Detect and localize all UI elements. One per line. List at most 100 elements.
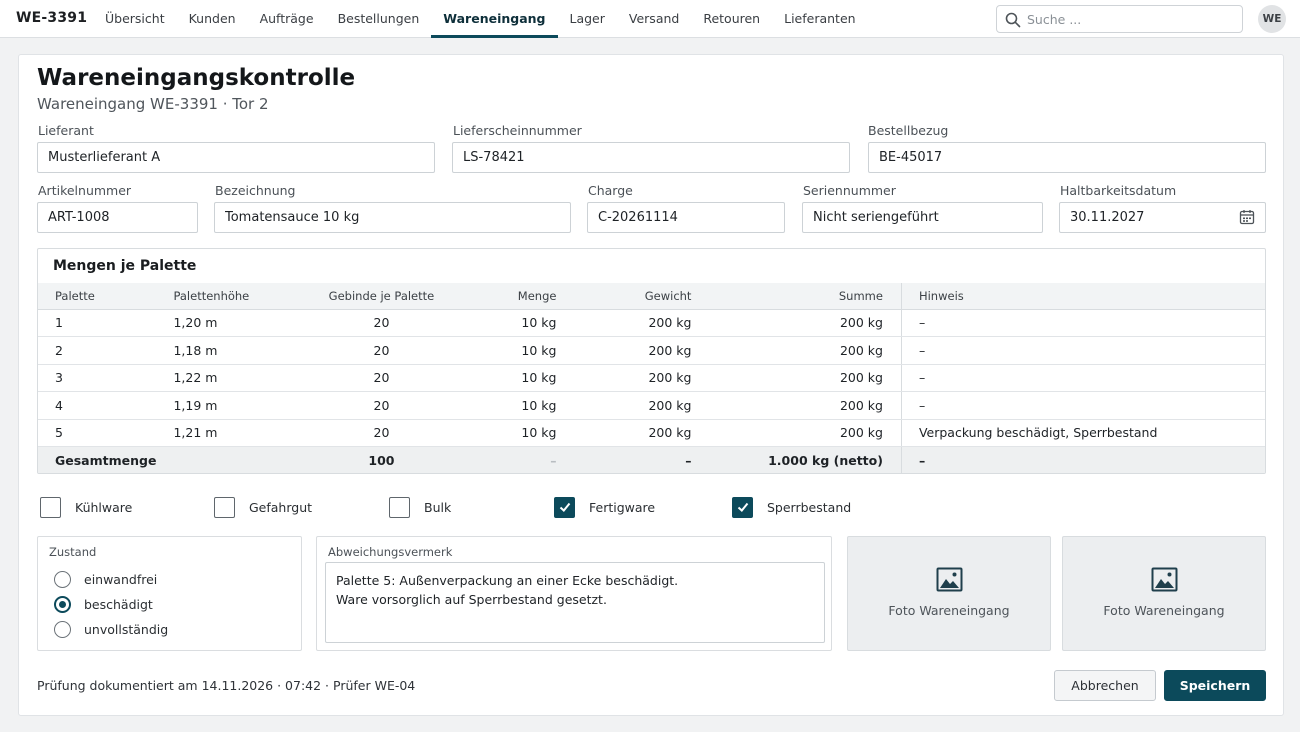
nav-item-uebersicht[interactable]: Übersicht — [93, 0, 177, 38]
lieferscheinnummer-label: Lieferscheinnummer — [453, 123, 582, 138]
bezeichnung-field[interactable] — [214, 202, 571, 233]
checkmark-icon — [737, 502, 748, 512]
page-subtitle: Wareneingang WE-3391 · Tor 2 — [37, 95, 269, 113]
checkbox-box[interactable] — [389, 496, 410, 518]
charge-field[interactable] — [587, 202, 785, 233]
radio-button[interactable] — [54, 620, 71, 638]
checkbox-label: Sperrbestand — [767, 499, 852, 515]
table-header-row: Palette Palettenhöhe Gebinde je Palette … — [38, 283, 1265, 310]
pallet-table: Palette Palettenhöhe Gebinde je Palette … — [38, 283, 1265, 473]
column-header-palettenhoehe: Palettenhöhe — [156, 283, 297, 310]
haltbarkeitsdatum-field[interactable] — [1059, 202, 1266, 233]
total-hinweis: – — [901, 446, 1265, 473]
cell-hinweis: – — [901, 336, 1265, 365]
cell-hinweis: – — [901, 391, 1265, 420]
nav-item-wareneingang[interactable]: Wareneingang — [431, 0, 558, 38]
haltbarkeitsdatum-label: Haltbarkeitsdatum — [1060, 183, 1177, 198]
cell-gebinde: 20 — [296, 391, 467, 420]
cell-palette: 1 — [38, 309, 157, 337]
bestellbezug-label: Bestellbezug — [868, 123, 949, 138]
zustand-panel: Zustand einwandfrei beschädigt unvollstä… — [37, 536, 302, 651]
total-summe: 1.000 kg (netto) — [711, 446, 902, 473]
table-title: Mengen je Palette — [53, 258, 197, 274]
total-gewicht: – — [576, 446, 712, 473]
checkbox-box[interactable] — [214, 496, 235, 518]
cell-menge: 10 kg — [466, 419, 577, 447]
nav-item-lieferanten[interactable]: Lieferanten — [772, 0, 867, 38]
bezeichnung-label: Bezeichnung — [215, 183, 296, 198]
bestellbezug-field[interactable] — [868, 142, 1266, 173]
artikelnummer-field[interactable] — [37, 202, 198, 233]
total-label: Gesamtmenge — [38, 446, 157, 473]
top-navigation-bar: WE-3391 Übersicht Kunden Aufträge Bestel… — [0, 0, 1300, 38]
checkmark-icon — [559, 502, 570, 512]
cell-palettenhoehe: 1,18 m — [156, 336, 297, 365]
abweichung-textarea[interactable]: Palette 5: Außenverpackung an einer Ecke… — [325, 562, 825, 643]
search-input[interactable] — [1027, 9, 1232, 29]
radio-button[interactable] — [54, 570, 71, 588]
radio-label: unvollständig — [84, 621, 169, 637]
table-row: 1 1,20 m 20 10 kg 200 kg 200 kg – — [38, 309, 1265, 337]
cell-hinweis: – — [901, 309, 1265, 337]
seriennummer-field[interactable] — [802, 202, 1043, 233]
save-button[interactable]: Speichern — [1164, 670, 1266, 701]
radio-einwandfrei[interactable]: einwandfrei — [54, 570, 157, 588]
calendar-icon[interactable] — [1239, 209, 1255, 225]
nav-item-auftraege[interactable]: Aufträge — [248, 0, 326, 38]
radio-unvollstaendig[interactable]: unvollständig — [54, 620, 168, 638]
abweichung-panel: Abweichungsvermerk Palette 5: Außenverpa… — [316, 536, 832, 651]
app-id: WE-3391 — [16, 10, 88, 26]
nav-item-kunden[interactable]: Kunden — [177, 0, 248, 38]
cell-summe: 200 kg — [711, 309, 902, 337]
cell-gebinde: 20 — [296, 336, 467, 365]
column-header-palette: Palette — [38, 283, 157, 310]
checkbox-label: Kühlware — [75, 499, 133, 515]
checkbox-kuehlware[interactable]: Kühlware — [40, 496, 132, 518]
checkbox-sperrbestand[interactable]: Sperrbestand — [732, 496, 851, 518]
cell-palettenhoehe: 1,21 m — [156, 419, 297, 447]
zustand-label: Zustand — [49, 545, 97, 559]
image-icon — [1151, 567, 1178, 592]
nav-item-retouren[interactable]: Retouren — [691, 0, 772, 38]
cell-gewicht: 200 kg — [576, 336, 712, 365]
page-title: Wareneingangskontrolle — [37, 65, 356, 91]
cell-hinweis: – — [901, 364, 1265, 392]
column-header-menge: Menge — [466, 283, 577, 310]
column-header-summe: Summe — [711, 283, 902, 310]
inspection-card: Wareneingangskontrolle Wareneingang WE-3… — [18, 54, 1284, 716]
photo-label: Foto Wareneingang — [888, 603, 1010, 618]
checkbox-bulk[interactable]: Bulk — [389, 496, 451, 518]
checkbox-box[interactable] — [732, 496, 753, 518]
cell-summe: 200 kg — [711, 364, 902, 392]
cell-gewicht: 200 kg — [576, 391, 712, 420]
lieferant-field[interactable] — [37, 142, 435, 173]
table-row: 4 1,19 m 20 10 kg 200 kg 200 kg – — [38, 391, 1265, 420]
column-header-hinweis: Hinweis — [901, 283, 1265, 310]
lieferscheinnummer-field[interactable] — [452, 142, 850, 173]
audit-status-text: Prüfung dokumentiert am 14.11.2026 · 07:… — [37, 678, 416, 693]
avatar[interactable]: WE — [1258, 5, 1286, 33]
search-box[interactable] — [996, 5, 1243, 33]
checkbox-gefahrgut[interactable]: Gefahrgut — [214, 496, 312, 518]
radio-button[interactable] — [54, 595, 71, 613]
cell-menge: 10 kg — [466, 336, 577, 365]
checkbox-fertigware[interactable]: Fertigware — [554, 496, 655, 518]
photo-upload-1[interactable]: Foto Wareneingang — [847, 536, 1051, 651]
cell-menge: 10 kg — [466, 391, 577, 420]
nav-item-bestellungen[interactable]: Bestellungen — [326, 0, 432, 38]
checkbox-box[interactable] — [554, 496, 575, 518]
nav-item-versand[interactable]: Versand — [617, 0, 691, 38]
checkbox-box[interactable] — [40, 496, 61, 518]
pallet-quantities-table: Mengen je Palette Palette Palettenhöhe G… — [37, 248, 1266, 474]
table-row: 5 1,21 m 20 10 kg 200 kg 200 kg Verpacku… — [38, 419, 1265, 447]
radio-beschaedigt[interactable]: beschädigt — [54, 595, 153, 613]
cancel-button[interactable]: Abbrechen — [1054, 670, 1156, 701]
photo-upload-2[interactable]: Foto Wareneingang — [1062, 536, 1266, 651]
cell-palette: 3 — [38, 364, 157, 392]
cell-palette: 2 — [38, 336, 157, 365]
nav-item-lager[interactable]: Lager — [558, 0, 617, 38]
main-nav: Übersicht Kunden Aufträge Bestellungen W… — [93, 0, 868, 38]
cell-gebinde: 20 — [296, 309, 467, 337]
charge-label: Charge — [588, 183, 633, 198]
table-row: 2 1,18 m 20 10 kg 200 kg 200 kg – — [38, 336, 1265, 365]
